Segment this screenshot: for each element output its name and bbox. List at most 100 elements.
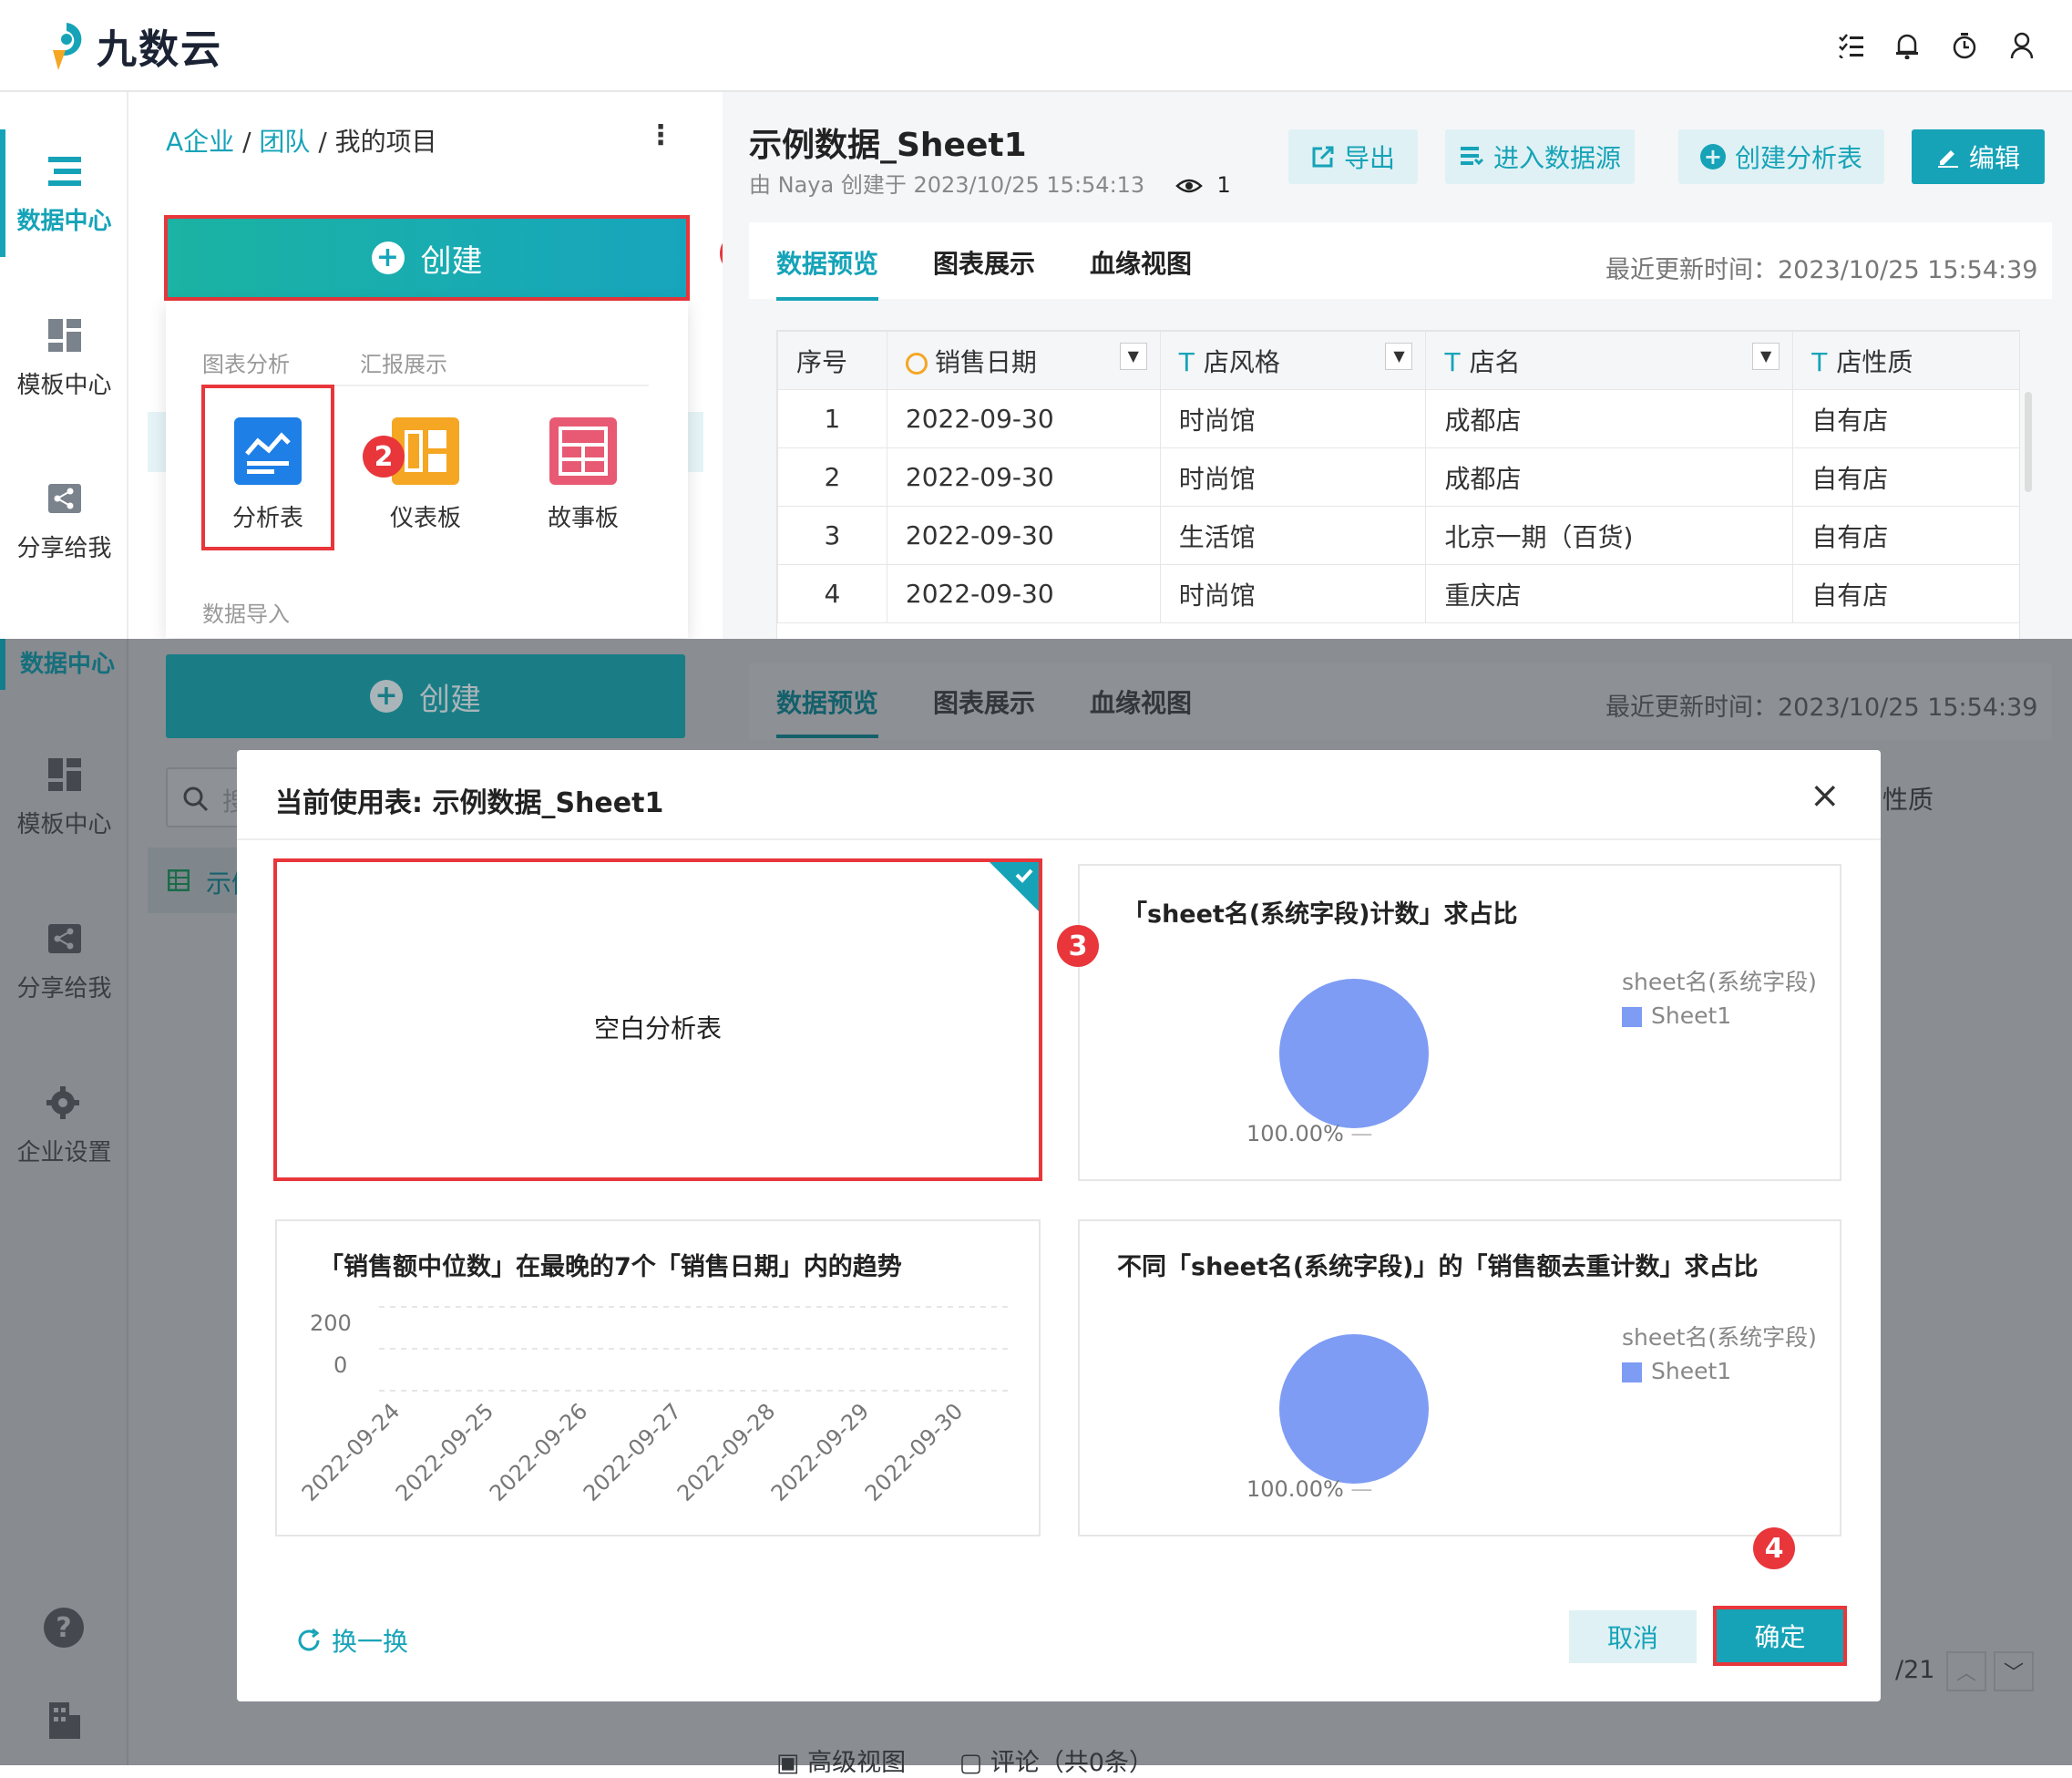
x-tick-label: 2022-09-25 — [391, 1398, 498, 1506]
table-row: 1 2022-09-30 时尚馆 成都店 自有店 — [777, 389, 2019, 448]
legend-item[interactable]: Sheet1 — [1622, 1002, 1731, 1029]
card-title: 「销售额中位数」在最晚的7个「销售日期」内的趋势 — [319, 1253, 902, 1281]
column-header[interactable]: T 店名 ▼ — [1425, 331, 1794, 390]
create-button-dimmed[interactable]: + 创建 — [166, 654, 685, 738]
highlight-create — [164, 215, 690, 301]
building-icon[interactable] — [46, 1701, 82, 1741]
create-analysis-button[interactable]: + 创建分析表 — [1678, 129, 1884, 184]
sidebar-item-data-center-dimmed[interactable]: 数据中心 — [20, 645, 115, 679]
enter-datasource-button[interactable]: 进入数据源 — [1445, 129, 1635, 184]
menu-item-storyboard[interactable]: 故事板 — [524, 417, 642, 533]
eye-icon — [1174, 172, 1210, 198]
column-dropdown-icon[interactable]: ▼ — [1752, 342, 1780, 370]
app-logo[interactable]: 九数云 — [46, 16, 222, 75]
breadcrumb-sep: / — [242, 127, 251, 157]
tab-chart-display-dimmed[interactable]: 图表展示 — [933, 683, 1035, 720]
refresh-button[interactable]: 换一换 — [295, 1622, 408, 1659]
bottom-tab-comments[interactable]: 评论（共0条） — [990, 1749, 1154, 1777]
search-input-dimmed[interactable]: 搜 — [166, 767, 248, 827]
column-header[interactable]: T 店性质 — [1792, 331, 2019, 390]
plus-icon: + — [1699, 144, 1726, 170]
table-row: 3 2022-09-30 生活馆 北京一期（百货) 自有店 — [777, 506, 2019, 565]
column-header[interactable]: T 店风格 ▼ — [1159, 331, 1427, 390]
legend-swatch — [1622, 1362, 1642, 1382]
step-badge-4: 4 — [1753, 1527, 1795, 1569]
timer-icon[interactable] — [1948, 29, 1981, 62]
x-tick-label: 2022-09-30 — [860, 1398, 968, 1506]
menu-section-data-import: 数据导入 — [202, 601, 290, 627]
list-item-dimmed[interactable]: 示例 — [148, 848, 257, 913]
dataset-meta: 由 Naya 创建于 2023/10/25 15:54:13 1 — [749, 167, 1231, 199]
breadcrumb-current: 我的项目 — [334, 127, 437, 157]
tab-lineage-view-dimmed[interactable]: 血缘视图 — [1090, 683, 1192, 720]
tab-data-preview[interactable]: 数据预览 — [776, 244, 878, 281]
edit-icon — [1937, 150, 1958, 168]
last-update-time-dimmed: 最近更新时间：2023/10/25 15:54:39 — [1605, 694, 2038, 722]
cancel-button[interactable]: 取消 — [1569, 1610, 1697, 1663]
comment-icon: ▢ — [959, 1749, 983, 1777]
export-button[interactable]: 导出 — [1288, 129, 1418, 184]
refresh-icon — [298, 1628, 320, 1651]
page-up-icon[interactable]: ︿ — [1946, 1651, 1986, 1691]
sidebar-item-label: 分享给我 — [16, 534, 112, 562]
pie-chart — [1279, 1334, 1429, 1484]
pie-slice — [1279, 1334, 1429, 1484]
sidebar-item-label: 企业设置 — [16, 1138, 112, 1166]
line-grid: 2022-09-242022-09-252022-09-262022-09-27… — [297, 1306, 1011, 1506]
sidebar-item-label: 分享给我 — [16, 974, 112, 1002]
column-header: 序号 — [777, 331, 887, 390]
legend-item[interactable]: Sheet1 — [1622, 1358, 1731, 1384]
data-table: 序号 销售日期 ▼ T 店风格 ▼ T 店名 ▼ T 店性质 1 2022-09-30 时尚馆成… — [776, 330, 2020, 640]
tab-chart-display[interactable]: 图表展示 — [933, 244, 1035, 281]
tab-lineage-view[interactable]: 血缘视图 — [1090, 244, 1192, 281]
bell-icon[interactable] — [1891, 29, 1923, 62]
x-tick-label: 2022-09-27 — [579, 1398, 686, 1506]
column-dropdown-icon[interactable]: ▼ — [1385, 342, 1413, 370]
advanced-view-icon: ▣ — [776, 1749, 800, 1777]
export-icon — [1312, 146, 1334, 168]
breadcrumb: A企业 / 团队 / 我的项目 — [166, 122, 437, 159]
text-type-icon: T — [1178, 346, 1195, 377]
tab-active-underline-dimmed — [776, 735, 878, 738]
pie-data-label: 100.00% — — [1246, 1121, 1373, 1146]
sidebar-item-enterprise-settings[interactable]: 企业设置 — [0, 1057, 128, 1194]
edit-button[interactable]: 编辑 — [1912, 129, 2045, 184]
share-icon — [47, 923, 81, 953]
text-type-icon: T — [1811, 346, 1828, 377]
sidebar-item-shared-with-me[interactable]: 分享给我 — [0, 453, 128, 590]
sidebar-item-template-center-dimmed[interactable]: 模板中心 — [0, 729, 128, 866]
sidebar-item-shared-with-me-dimmed[interactable]: 分享给我 — [0, 893, 128, 1030]
column-header[interactable]: 销售日期 ▼ — [886, 331, 1161, 390]
help-icon[interactable]: ? — [44, 1608, 84, 1648]
table-row: 4 2022-09-30 时尚馆 重庆店 自有店 — [777, 564, 2019, 623]
card-title: 不同「sheet名(系统字段)」的「销售额去重计数」求占比 — [1117, 1253, 1759, 1281]
page-down-icon[interactable]: ﹀ — [1994, 1651, 2034, 1691]
highlight-confirm — [1713, 1606, 1847, 1666]
user-icon[interactable] — [2005, 29, 2038, 62]
selected-check-icon — [990, 862, 1039, 911]
card-title: 「sheet名(系统字段)计数」求占比 — [1123, 900, 1518, 929]
export-label: 导出 — [1343, 143, 1395, 173]
page-title: 示例数据_Sheet1 — [749, 127, 1027, 164]
sidebar-item-data-center[interactable]: 数据中心 — [0, 126, 128, 262]
sidebar-item-template-center[interactable]: 模板中心 — [0, 290, 128, 427]
tab-active-underline — [776, 297, 878, 301]
menu-item-label: 仪表板 — [389, 505, 461, 532]
column-dropdown-icon[interactable]: ▼ — [1119, 342, 1147, 370]
tab-data-preview-dimmed[interactable]: 数据预览 — [776, 683, 878, 720]
sheet-icon — [168, 869, 190, 891]
dataset-created: 由 Naya 创建于 2023/10/25 15:54:13 — [749, 172, 1145, 198]
last-update-time: 最近更新时间：2023/10/25 15:54:39 — [1605, 256, 2038, 284]
more-icon[interactable]: ⋮ — [647, 122, 674, 149]
table-scrollbar[interactable] — [2025, 392, 2032, 492]
settings-icon — [46, 1085, 79, 1119]
x-tick-label: 2022-09-29 — [766, 1398, 874, 1506]
close-icon[interactable]: × — [1810, 775, 1841, 817]
breadcrumb-team-link[interactable]: 团队 — [259, 127, 310, 157]
bottom-tab-advanced-view[interactable]: 高级视图 — [807, 1749, 906, 1777]
list-check-icon[interactable] — [1835, 29, 1868, 62]
breadcrumb-org-link[interactable]: A企业 — [166, 127, 234, 157]
refresh-label: 换一换 — [332, 1627, 409, 1657]
table-header-row: 序号 销售日期 ▼ T 店风格 ▼ T 店名 ▼ T 店性质 — [777, 331, 2019, 390]
x-tick-label: 2022-09-24 — [297, 1398, 405, 1506]
